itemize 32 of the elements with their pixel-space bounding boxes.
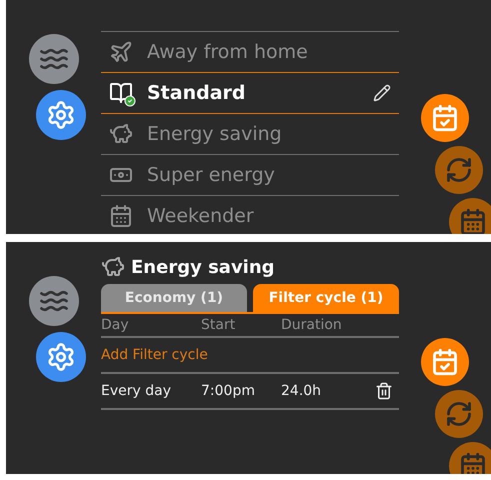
calendar-icon	[431, 104, 459, 132]
book-check-icon	[109, 81, 133, 105]
gear-icon	[46, 100, 76, 130]
preset-item[interactable]: Weekender	[101, 195, 399, 234]
pencil-icon[interactable]	[373, 84, 391, 102]
calendar-button[interactable]	[421, 94, 469, 142]
waves-button[interactable]	[28, 34, 78, 84]
tab[interactable]: Filter cycle (1)	[253, 284, 399, 312]
preset-item[interactable]: Away from home	[101, 31, 399, 72]
waves-button[interactable]	[28, 276, 78, 326]
tab[interactable]: Economy (1)	[101, 284, 247, 312]
table-cell-text: 7:00pm	[201, 383, 256, 399]
table-cell-text: 24.0h	[281, 383, 322, 399]
column-header: Day	[101, 317, 130, 333]
preset-item[interactable]: Standard	[101, 72, 399, 113]
piggy-bank-icon	[101, 255, 125, 279]
sync-icon	[445, 400, 473, 428]
column-header: Duration	[281, 317, 343, 333]
table-cell-text: Every day	[101, 383, 172, 399]
preset-item[interactable]: Energy saving	[101, 113, 399, 154]
calendar-icon	[459, 452, 487, 474]
settings-button[interactable]	[36, 332, 86, 382]
calendar-icon	[431, 348, 459, 376]
preset-item[interactable]: Super energy	[101, 154, 399, 195]
calendar-icon	[459, 208, 487, 234]
gear-icon	[46, 342, 76, 372]
screen-title: Energy saving	[131, 256, 275, 278]
sync-icon	[445, 156, 473, 184]
add-filter-cycle-link[interactable]: Add Filter cycle	[101, 347, 208, 363]
column-header: Start	[201, 317, 236, 333]
settings-button[interactable]	[36, 90, 86, 140]
calendar-button[interactable]	[421, 338, 469, 386]
